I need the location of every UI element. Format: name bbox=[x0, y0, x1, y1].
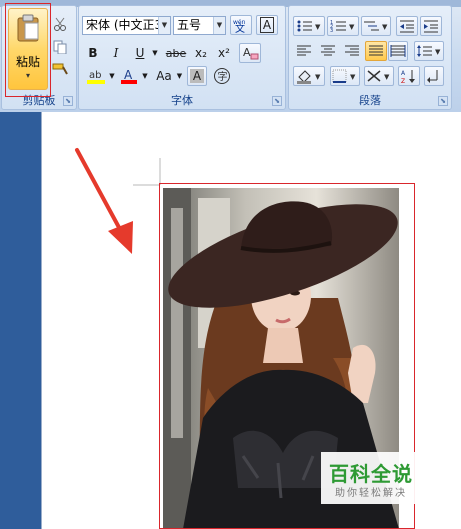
watermark-subtitle: 助你轻松解决 bbox=[335, 488, 407, 499]
show-marks-button[interactable] bbox=[424, 66, 444, 86]
justify-icon bbox=[369, 45, 383, 56]
svg-text:ab: ab bbox=[89, 70, 101, 81]
sort-icon: AZ bbox=[401, 70, 415, 84]
align-right-button[interactable] bbox=[341, 41, 363, 61]
superscript-button[interactable]: x² bbox=[214, 43, 234, 63]
chinese-layout-button[interactable]: ▼ bbox=[364, 66, 394, 86]
justify-button[interactable] bbox=[365, 41, 387, 61]
numbering-button[interactable]: 1 2 3 ▼ bbox=[327, 16, 359, 36]
shading-button[interactable]: ▼ bbox=[293, 66, 325, 86]
format-painter-icon[interactable] bbox=[52, 62, 68, 76]
char-border-button[interactable]: A bbox=[256, 15, 278, 35]
font-size-combo[interactable]: 五号 ▼ bbox=[173, 16, 226, 35]
svg-text:文: 文 bbox=[235, 22, 245, 33]
borders-button[interactable]: ▼ bbox=[330, 66, 360, 86]
show-marks-icon bbox=[427, 70, 438, 83]
change-case-button[interactable]: Aa bbox=[152, 66, 176, 86]
svg-text:A: A bbox=[243, 46, 251, 59]
bold-button[interactable]: B bbox=[83, 43, 103, 63]
paragraph-launcher-icon[interactable]: ⬊ bbox=[438, 96, 448, 106]
align-center-button[interactable] bbox=[317, 41, 339, 61]
font-launcher-icon[interactable]: ⬊ bbox=[272, 96, 282, 106]
svg-text:3: 3 bbox=[330, 28, 333, 33]
ribbon: 剪贴板 ⬊ 粘贴 ▾ 字体 ⬊ 宋体 (中文正3 ▼ 五号 ▼ wén文 A bbox=[0, 0, 461, 112]
char-border-icon: A bbox=[259, 17, 275, 33]
enclose-char-button[interactable]: 字 bbox=[211, 66, 233, 86]
enclose-char-icon: 字 bbox=[214, 68, 230, 84]
italic-button[interactable]: I bbox=[106, 43, 126, 63]
align-right-icon bbox=[345, 45, 359, 56]
svg-text:▼: ▼ bbox=[382, 23, 388, 31]
clipboard-launcher-icon[interactable]: ⬊ bbox=[63, 96, 73, 106]
font-size-dropdown-icon[interactable]: ▼ bbox=[213, 17, 225, 34]
svg-text:▼: ▼ bbox=[349, 23, 355, 31]
font-name-combo[interactable]: 宋体 (中文正3 ▼ bbox=[82, 16, 171, 35]
bullets-icon: ▼ bbox=[297, 20, 321, 32]
paragraph-group-label: 段落 bbox=[359, 94, 381, 107]
underline-button[interactable]: U bbox=[130, 43, 150, 63]
font-group-label: 字体 bbox=[171, 94, 193, 107]
shading-icon: ▼ bbox=[297, 70, 321, 84]
clear-format-button[interactable]: A bbox=[239, 43, 261, 63]
red-arrow-icon bbox=[75, 148, 133, 254]
strikethrough-button[interactable]: abe bbox=[163, 43, 189, 63]
svg-text:▼: ▼ bbox=[315, 73, 321, 81]
underline-dropdown-icon[interactable]: ▼ bbox=[150, 43, 160, 63]
svg-text:▼: ▼ bbox=[315, 23, 321, 31]
font-color-dropdown-icon[interactable]: ▼ bbox=[140, 66, 150, 86]
multilevel-list-button[interactable]: ▼ bbox=[361, 16, 391, 36]
char-shading-button[interactable]: A bbox=[187, 66, 207, 86]
clipboard-paste-icon bbox=[17, 14, 39, 42]
svg-text:Z: Z bbox=[401, 78, 405, 84]
highlight-icon: ab bbox=[87, 70, 105, 84]
align-left-icon bbox=[297, 45, 311, 56]
align-center-icon bbox=[321, 45, 335, 56]
sort-button[interactable]: AZ bbox=[398, 66, 420, 86]
increase-indent-button[interactable] bbox=[420, 16, 442, 36]
paste-label: 粘贴 bbox=[15, 55, 40, 69]
highlight-button[interactable]: ab bbox=[84, 66, 108, 86]
numbering-icon: 123 ▼ bbox=[330, 20, 355, 33]
paste-dropdown-arrow-icon[interactable]: ▾ bbox=[9, 71, 47, 80]
font-color-button[interactable]: A bbox=[118, 66, 140, 86]
svg-text:▼: ▼ bbox=[384, 73, 390, 81]
font-name-dropdown-icon[interactable]: ▼ bbox=[158, 17, 170, 34]
change-case-dropdown-icon[interactable]: ▼ bbox=[175, 66, 184, 86]
distributed-icon bbox=[390, 45, 406, 57]
phonetic-guide-icon: wén文 bbox=[233, 19, 246, 33]
copy-icon[interactable] bbox=[53, 40, 67, 54]
align-left-button[interactable] bbox=[293, 41, 315, 61]
highlight-dropdown-icon[interactable]: ▼ bbox=[107, 66, 117, 86]
svg-text:▼: ▼ bbox=[435, 48, 441, 56]
decrease-indent-icon bbox=[400, 20, 414, 33]
svg-text:▼: ▼ bbox=[350, 73, 356, 81]
chinese-layout-icon: ▼ bbox=[367, 70, 390, 82]
clear-format-icon: A bbox=[243, 46, 259, 60]
increase-indent-icon bbox=[424, 20, 438, 33]
line-spacing-button[interactable]: ▼ bbox=[414, 41, 444, 61]
decrease-indent-button[interactable] bbox=[396, 16, 418, 36]
line-spacing-icon: ▼ bbox=[417, 45, 441, 57]
distributed-button[interactable] bbox=[388, 41, 408, 61]
svg-text:字: 字 bbox=[218, 70, 228, 83]
char-shading-icon: A bbox=[189, 69, 205, 83]
subscript-button[interactable]: x₂ bbox=[191, 43, 211, 63]
multilevel-list-icon: ▼ bbox=[364, 21, 388, 31]
svg-text:A: A bbox=[124, 68, 133, 82]
font-size-value: 五号 bbox=[177, 18, 202, 32]
paste-button[interactable]: 粘贴 ▾ bbox=[8, 8, 48, 90]
scissors-icon[interactable] bbox=[53, 17, 67, 31]
watermark-logo: 百科全说 助你轻松解决 bbox=[321, 452, 421, 504]
phonetic-guide-button[interactable]: wén 文 bbox=[230, 15, 252, 35]
bullets-button[interactable]: ▼ bbox=[293, 16, 325, 36]
font-color-icon: A bbox=[121, 68, 137, 84]
svg-text:A: A bbox=[401, 70, 406, 77]
borders-icon: ▼ bbox=[332, 69, 356, 83]
font-name-value: 宋体 (中文正3 bbox=[86, 18, 163, 32]
watermark-title: 百科全说 bbox=[329, 462, 413, 486]
